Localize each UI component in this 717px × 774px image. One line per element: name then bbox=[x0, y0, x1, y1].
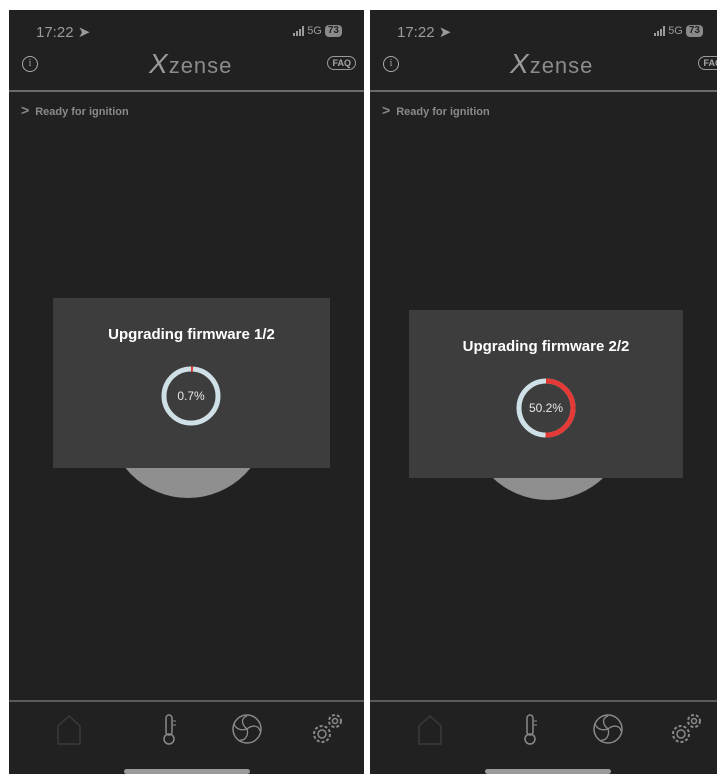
info-icon[interactable]: i bbox=[383, 56, 399, 72]
signal-indicator: 5G 73 bbox=[654, 25, 703, 37]
chevron-right-icon: > bbox=[21, 102, 30, 118]
firmware-upgrade-dialog: Upgrading firmware 1/2 0.7% bbox=[53, 298, 330, 468]
app-header: i Xzense FAQ bbox=[370, 46, 717, 92]
app-header: i Xzense FAQ bbox=[9, 46, 364, 92]
phone-screen-right: 17:22 ➤ 5G 73 i Xzense FAQ >Ready for ig… bbox=[370, 10, 717, 774]
status-time: 17:22 ➤ bbox=[36, 24, 91, 41]
info-icon[interactable]: i bbox=[22, 56, 38, 72]
network-type: 5G bbox=[307, 25, 322, 37]
fan-icon[interactable] bbox=[592, 712, 632, 752]
fan-icon[interactable] bbox=[231, 712, 271, 752]
xzense-logo: Xzense bbox=[149, 48, 233, 79]
settings-gears-icon[interactable] bbox=[309, 712, 349, 752]
status-bar: 17:22 ➤ 5G 73 bbox=[9, 10, 364, 50]
signal-bars-icon bbox=[654, 26, 666, 36]
progress-percent: 50.2% bbox=[528, 401, 564, 415]
home-icon[interactable] bbox=[54, 712, 94, 752]
dialog-title: Upgrading firmware 1/2 bbox=[108, 326, 275, 343]
battery-badge: 73 bbox=[685, 25, 703, 37]
phone-screen-left: 17:22 ➤ 5G 73 i Xzense FAQ > Ready for ig… bbox=[9, 10, 364, 774]
network-type: 5G bbox=[668, 25, 683, 37]
status-line[interactable]: > Ready for ignition bbox=[382, 102, 490, 118]
progress-percent: 0.7% bbox=[177, 389, 205, 403]
location-arrow-icon: ➤ bbox=[438, 24, 452, 41]
home-indicator[interactable] bbox=[485, 769, 611, 774]
faq-button[interactable]: FAQ bbox=[698, 56, 717, 70]
chevron-right-icon: > bbox=[382, 102, 391, 118]
signal-indicator: 5G 73 bbox=[293, 25, 342, 37]
signal-bars-icon bbox=[293, 26, 305, 36]
xzense-logo: Xzense bbox=[510, 48, 594, 79]
status-bar: 17:22 ➤ 5G 73 bbox=[370, 10, 717, 50]
status-line[interactable]: > Ready for ignition bbox=[21, 102, 129, 118]
home-indicator[interactable] bbox=[124, 769, 250, 774]
tab-bar bbox=[370, 702, 717, 774]
faq-button[interactable]: FAQ bbox=[327, 56, 356, 70]
thermometer-icon[interactable] bbox=[520, 712, 560, 752]
progress-ring: 50.2% bbox=[515, 377, 577, 439]
home-icon[interactable] bbox=[415, 712, 455, 752]
thermometer-icon[interactable] bbox=[159, 712, 199, 752]
location-arrow-icon: ➤ bbox=[77, 24, 91, 41]
tab-bar bbox=[9, 702, 364, 774]
battery-badge: 73 bbox=[324, 25, 342, 37]
progress-ring: 0.7% bbox=[160, 365, 222, 427]
status-time: 17:22 ➤ bbox=[397, 24, 452, 41]
settings-gears-icon[interactable] bbox=[668, 712, 708, 752]
firmware-upgrade-dialog: Upgrading firmware 2/2 50.2% bbox=[409, 310, 683, 478]
dialog-title: Upgrading firmware 2/2 bbox=[462, 338, 630, 355]
